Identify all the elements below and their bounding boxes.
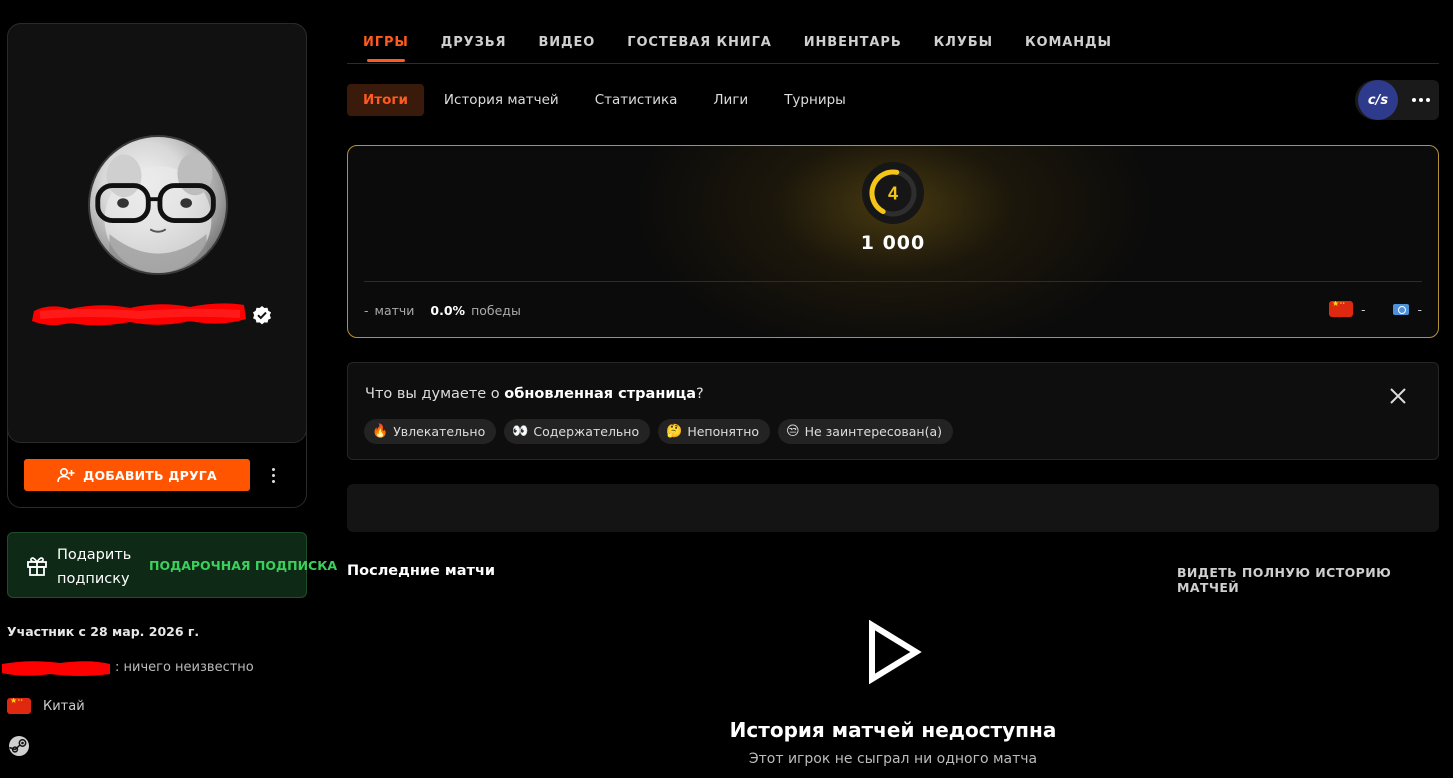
matches-label: матчи: [374, 303, 415, 318]
empty-state-title: История матчей недоступна: [729, 718, 1057, 742]
feedback-option-confusing[interactable]: 🤔 Непонятно: [658, 419, 771, 444]
feedback-option-label: Непонятно: [687, 424, 760, 439]
tab-games[interactable]: ИГРЫ: [347, 23, 425, 63]
close-icon[interactable]: [1388, 386, 1408, 406]
subtab-match-history[interactable]: История матчей: [428, 84, 575, 116]
profile-header: [7, 23, 307, 443]
empty-placeholder-bar: [347, 484, 1439, 532]
country-name: Китай: [43, 698, 85, 714]
region-global-rank: -: [1417, 301, 1422, 317]
feedback-option-not-interested[interactable]: 😒 Не заинтересован(а): [778, 419, 953, 444]
country-row: Китай: [7, 696, 85, 716]
skill-level-badge: 4: [862, 162, 924, 224]
tab-teams[interactable]: КОМАНДЫ: [1009, 23, 1128, 63]
subtab-tournaments[interactable]: Турниры: [768, 84, 862, 116]
add-friend-button[interactable]: ДОБАВИТЬ ДРУГА: [24, 459, 250, 491]
winrate-value: 0.0%: [430, 303, 466, 318]
avatar-image: [95, 152, 216, 273]
feedback-option-label: Не заинтересован(а): [804, 424, 942, 439]
feedback-question: Что вы думаете о обновленная страница?: [365, 386, 704, 402]
divider: [364, 281, 1422, 282]
feedback-option-label: Содержательно: [533, 424, 640, 439]
feedback-box: Что вы думаете о обновленная страница? 🔥…: [347, 362, 1439, 460]
tab-clubs[interactable]: КЛУБЫ: [918, 23, 1009, 63]
play-icon: [869, 620, 922, 684]
empty-state-subtitle: Этот игрок не сыграл ни одного матча: [748, 751, 1038, 767]
gift-icon: [27, 557, 47, 576]
subtab-statistics[interactable]: Статистика: [579, 84, 694, 116]
gift-subscription-banner[interactable]: Подарить подписку ПОДАРОЧНАЯ ПОДПИСКА: [7, 532, 337, 598]
more-horizontal-icon[interactable]: [1412, 98, 1430, 102]
gift-title: Подарить подписку: [57, 547, 132, 587]
feedback-question-suffix: ?: [696, 386, 704, 402]
tab-friends[interactable]: ДРУЗЬЯ: [425, 23, 523, 63]
thinking-face-icon: 🤔: [666, 424, 683, 439]
feedback-question-prefix: Что вы думаете о: [365, 386, 505, 402]
unamused-face-icon: 😒: [786, 424, 800, 439]
elo-value: 1 000: [860, 232, 926, 254]
global-flag-icon: [1393, 303, 1410, 315]
feedback-option-engaging[interactable]: 🔥 Увлекательно: [364, 419, 497, 444]
more-vertical-icon[interactable]: [266, 464, 280, 486]
game-switcher[interactable]: c/s: [1355, 80, 1439, 120]
recent-matches-title: Последние матчи: [347, 563, 496, 579]
about-text: : ничего неизвестно: [115, 660, 254, 675]
subtab-leagues[interactable]: Лиги: [697, 84, 764, 116]
avatar[interactable]: [88, 135, 228, 275]
steam-icon[interactable]: [8, 735, 30, 757]
feedback-options: 🔥 Увлекательно 👀 Содержательно 🤔 Непонят…: [364, 419, 953, 444]
eyes-icon: 👀: [512, 424, 529, 439]
profile-card: ДОБАВИТЬ ДРУГА: [7, 23, 307, 508]
china-flag-icon: [7, 698, 31, 714]
region-cn-rank: -: [1360, 301, 1366, 317]
redacted-about-label: [2, 661, 110, 676]
tab-guestbook[interactable]: ГОСТЕВАЯ КНИГА: [611, 23, 787, 63]
redacted-nickname: [32, 303, 246, 326]
china-flag-icon: [1328, 301, 1353, 317]
elo-panel: 4 1 000 - матчи 0.0% победы - -: [347, 145, 1439, 338]
top-navigation: ИГРЫ ДРУЗЬЯ ВИДЕО ГОСТЕВАЯ КНИГА ИНВЕНТА…: [347, 23, 1439, 64]
tab-inventory[interactable]: ИНВЕНТАРЬ: [788, 23, 918, 63]
winrate-label: победы: [471, 303, 521, 318]
elo-stats: - матчи 0.0% победы: [364, 303, 521, 318]
feedback-option-informative[interactable]: 👀 Содержательно: [504, 419, 651, 444]
subtab-summary[interactable]: Итоги: [347, 84, 424, 116]
tab-video[interactable]: ВИДЕО: [522, 23, 611, 63]
region-rankings: - -: [1328, 301, 1422, 317]
verified-icon: [253, 306, 271, 325]
skill-level-number: 4: [888, 184, 898, 204]
fire-icon: 🔥: [372, 424, 389, 439]
feedback-option-label: Увлекательно: [393, 424, 486, 439]
member-since: Участник с 28 мар. 2026 г.: [7, 624, 200, 639]
add-friend-label: ДОБАВИТЬ ДРУГА: [83, 467, 217, 483]
full-match-history-link[interactable]: ВИДЕТЬ ПОЛНУЮ ИСТОРИЮ МАТЧЕЙ: [1177, 565, 1453, 595]
gift-cta-link[interactable]: ПОДАРОЧНАЯ ПОДПИСКА: [149, 558, 337, 573]
matches-value: -: [364, 303, 369, 318]
feedback-question-bold: обновленная страница: [504, 386, 697, 402]
about-row: : ничего неизвестно: [0, 658, 300, 680]
sub-navigation: Итоги История матчей Статистика Лиги Тур…: [347, 84, 862, 116]
cs2-logo-icon[interactable]: c/s: [1358, 80, 1398, 120]
add-user-icon: [57, 467, 75, 483]
